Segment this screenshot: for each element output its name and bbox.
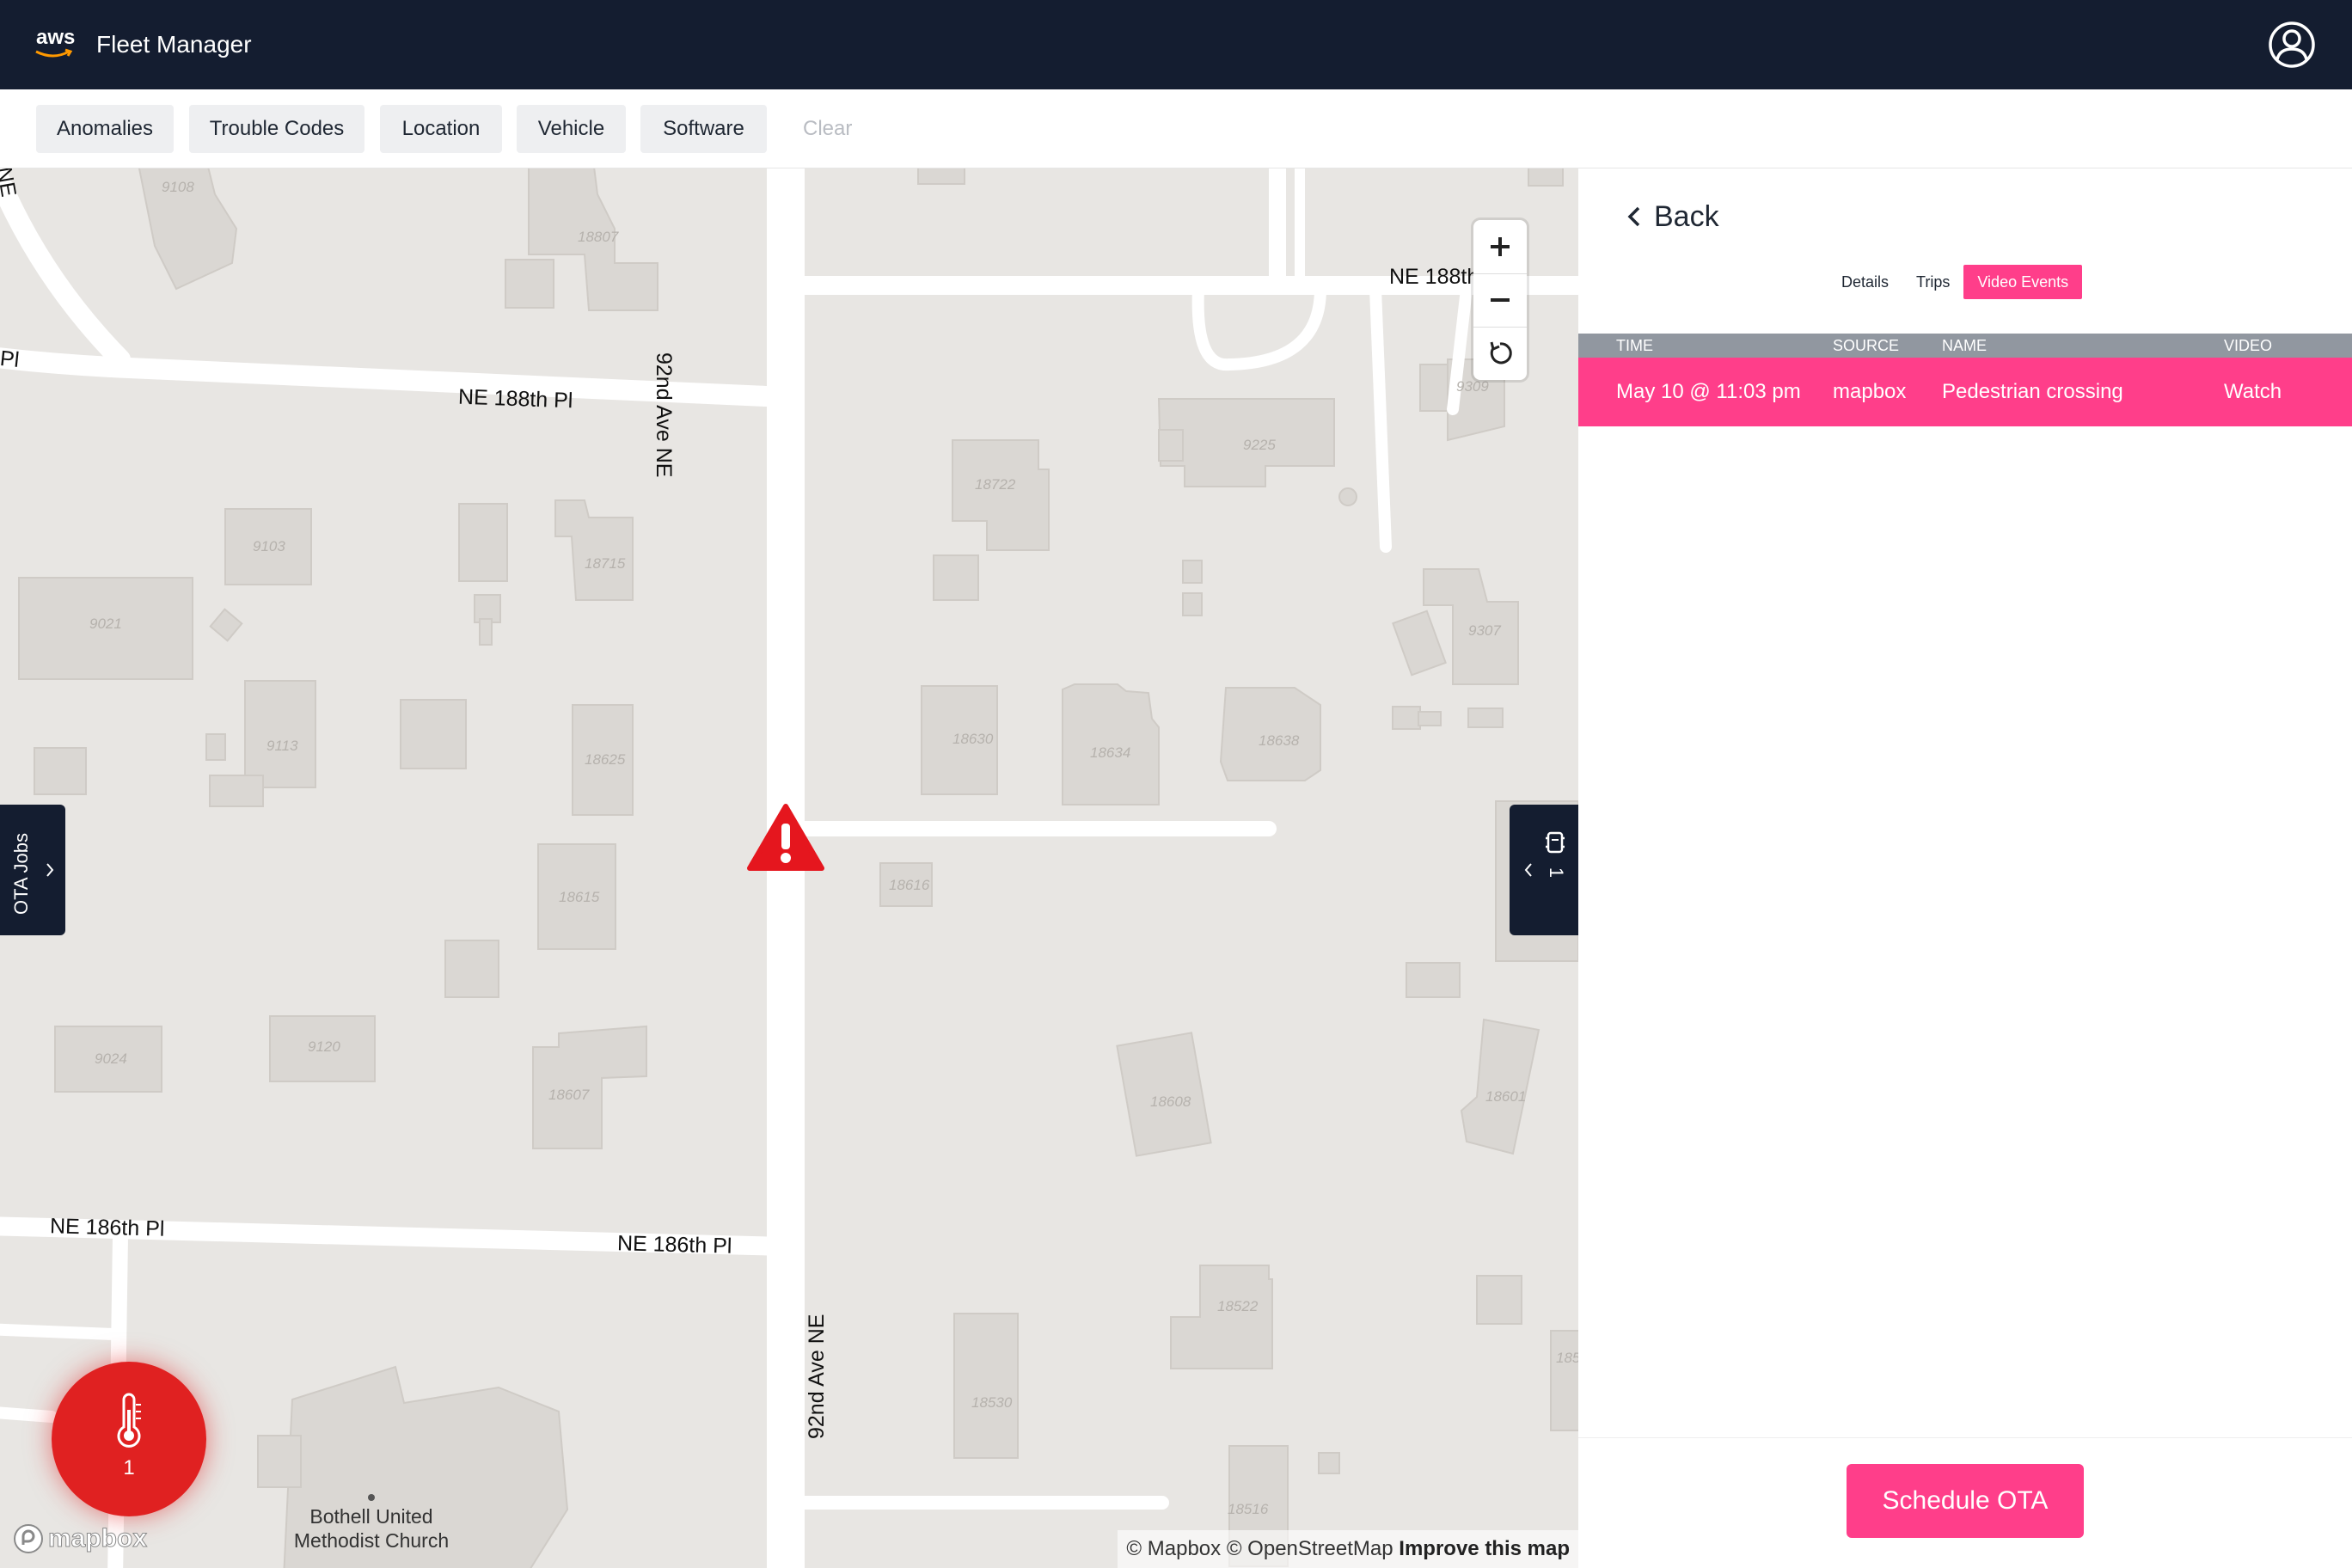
thermometer-icon bbox=[117, 1393, 141, 1448]
house-number: 18722 bbox=[975, 476, 1016, 493]
chevron-left-icon bbox=[1627, 206, 1640, 227]
filter-vehicle-button[interactable]: Vehicle bbox=[517, 105, 626, 153]
tab-details[interactable]: Details bbox=[1828, 265, 1903, 299]
aws-logo-text: aws bbox=[36, 26, 76, 49]
column-header-source: SOURCE bbox=[1833, 337, 1900, 354]
cell-source: mapbox bbox=[1833, 380, 1907, 403]
vehicle-list-tab[interactable]: 1 bbox=[1510, 805, 1578, 935]
chevron-left-icon bbox=[1524, 863, 1532, 877]
road-label-ne-188th-right: NE 188th bbox=[1389, 265, 1479, 289]
vehicle-count: 1 bbox=[1546, 867, 1567, 879]
ota-jobs-tab[interactable]: OTA Jobs bbox=[0, 805, 65, 935]
house-number: 18625 bbox=[585, 751, 626, 768]
filter-software-button[interactable]: Software bbox=[640, 105, 767, 153]
app-header: aws Fleet Manager bbox=[0, 0, 2352, 89]
house-number: 18608 bbox=[1150, 1093, 1191, 1110]
table-row[interactable]: May 10 @ 11:03 pm mapbox Pedestrian cros… bbox=[1578, 358, 2352, 426]
house-number: 18715 bbox=[585, 555, 626, 572]
map-zoom-controls bbox=[1473, 220, 1527, 380]
house-number: 18634 bbox=[1090, 744, 1131, 761]
road-label-ne-186th-left: NE 186th Pl bbox=[49, 1214, 165, 1241]
house-number: 9120 bbox=[308, 1038, 340, 1055]
filter-bar: Anomalies Trouble Codes Location Vehicle… bbox=[0, 89, 2352, 168]
back-button[interactable]: Back bbox=[1626, 198, 1719, 236]
column-header-video: VIDEO bbox=[2224, 337, 2273, 354]
panel-footer: Schedule OTA bbox=[1578, 1437, 2352, 1568]
rotate-reset-icon bbox=[1490, 341, 1512, 364]
road-label-ne-186th-right: NE 186th Pl bbox=[616, 1231, 732, 1259]
cell-time: May 10 @ 11:03 pm bbox=[1616, 380, 1801, 403]
house-number: 18522 bbox=[1217, 1298, 1259, 1314]
ota-jobs-label: OTA Jobs bbox=[10, 833, 32, 915]
chevron-right-icon bbox=[46, 863, 54, 877]
vehicle-icon bbox=[1546, 831, 1565, 854]
video-events-table: TIME SOURCE NAME VIDEO May 10 @ 11:03 pm… bbox=[1578, 334, 2352, 426]
warning-icon[interactable] bbox=[746, 803, 825, 872]
tab-video-events[interactable]: Video Events bbox=[1963, 265, 2083, 299]
tab-trips[interactable]: Trips bbox=[1902, 265, 1964, 299]
road-label-ne-188th-left: NE 188th Pl bbox=[457, 384, 573, 413]
house-number: 9108 bbox=[162, 179, 194, 195]
map-view[interactable]: NE 188th Pl NE 188th 92nd Ave NE 92nd Av… bbox=[0, 168, 1578, 1568]
house-number: 18601 bbox=[1485, 1088, 1527, 1105]
panel-tabs: Details Trips Video Events bbox=[1828, 265, 2083, 299]
clear-filters-button[interactable]: Clear bbox=[803, 105, 852, 153]
minus-icon bbox=[1491, 298, 1510, 302]
house-number: 9103 bbox=[253, 538, 285, 554]
back-button-label: Back bbox=[1654, 199, 1719, 233]
mapbox-logo-text: mapbox bbox=[47, 1524, 148, 1553]
schedule-ota-button[interactable]: Schedule OTA bbox=[1847, 1464, 2084, 1538]
cell-name: Pedestrian crossing bbox=[1942, 380, 2123, 403]
table-header: TIME SOURCE NAME VIDEO bbox=[1578, 334, 2352, 358]
poi-label[interactable]: Bothell United Methodist Church bbox=[258, 1504, 485, 1553]
house-number: 18616 bbox=[889, 877, 930, 893]
house-number: 9024 bbox=[95, 1050, 127, 1067]
house-number: 9021 bbox=[89, 616, 122, 632]
column-header-time: TIME bbox=[1616, 337, 1653, 354]
road-label-92nd-ave-bottom: 92nd Ave NE bbox=[805, 1314, 829, 1439]
watch-video-link[interactable]: Watch bbox=[2224, 358, 2282, 426]
filter-location-button[interactable]: Location bbox=[380, 105, 502, 153]
house-number: 9225 bbox=[1243, 437, 1276, 453]
house-number: 18807 bbox=[578, 229, 619, 245]
road-label-pl-left: Pl bbox=[0, 346, 21, 373]
vehicle-detail-panel: Back Details Trips Video Events TIME SOU… bbox=[1578, 168, 2352, 1568]
aws-logo[interactable]: aws bbox=[35, 26, 76, 62]
house-number: 9113 bbox=[266, 738, 298, 754]
filter-trouble-codes-button[interactable]: Trouble Codes bbox=[189, 105, 364, 153]
house-number: 18630 bbox=[952, 731, 994, 747]
poi-label-line2: Methodist Church bbox=[293, 1529, 450, 1552]
house-number: 18530 bbox=[971, 1394, 1013, 1411]
house-number: 18615 bbox=[559, 889, 600, 905]
house-number: 185 bbox=[1556, 1350, 1578, 1366]
attribution-text[interactable]: © Mapbox © OpenStreetMap bbox=[1126, 1537, 1393, 1560]
house-number: 18638 bbox=[1259, 732, 1300, 749]
house-number: 9309 bbox=[1456, 378, 1489, 395]
reset-bearing-button[interactable] bbox=[1473, 327, 1527, 380]
house-number: 18607 bbox=[548, 1087, 590, 1103]
poi-label-line1: Bothell United bbox=[309, 1505, 433, 1528]
plus-icon bbox=[1491, 237, 1510, 256]
column-header-name: NAME bbox=[1942, 337, 1988, 354]
user-circle-icon[interactable] bbox=[2268, 21, 2316, 69]
filter-anomalies-button[interactable]: Anomalies bbox=[36, 105, 174, 153]
map-attribution: © Mapbox © OpenStreetMap Improve this ma… bbox=[1118, 1530, 1578, 1568]
zoom-out-button[interactable] bbox=[1473, 273, 1527, 327]
temperature-alert-count: 1 bbox=[123, 1456, 135, 1479]
mapbox-logo[interactable]: mapbox bbox=[12, 1522, 148, 1556]
road-label-92nd-ave-top: 92nd Ave NE bbox=[652, 352, 676, 478]
improve-map-link[interactable]: Improve this map bbox=[1399, 1537, 1570, 1560]
temperature-alert-button[interactable]: 1 bbox=[52, 1362, 206, 1516]
house-number: 18516 bbox=[1228, 1501, 1269, 1517]
zoom-in-button[interactable] bbox=[1473, 220, 1527, 273]
house-number: 9307 bbox=[1468, 622, 1501, 639]
aws-smile-icon bbox=[35, 48, 73, 58]
mapbox-icon bbox=[14, 1524, 43, 1553]
poi-dot bbox=[368, 1494, 375, 1501]
app-title: Fleet Manager bbox=[96, 31, 252, 58]
